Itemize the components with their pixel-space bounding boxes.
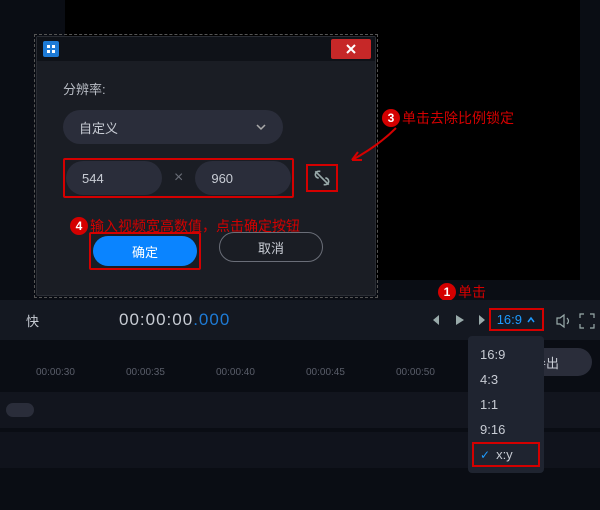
cancel-button[interactable]: 取消: [219, 232, 323, 262]
callout-4: 4 输入视频宽高数值，点击确定按钮: [70, 216, 300, 236]
play-button[interactable]: [452, 313, 466, 327]
ruler-tick: 00:00:35: [126, 367, 165, 378]
ok-button[interactable]: 确定: [93, 236, 197, 266]
ruler-tick: 00:00:50: [396, 367, 435, 378]
resolution-dialog: 分辨率: 自定义 544 × 960: [36, 36, 376, 296]
ruler-tick: 00:00:30: [36, 367, 75, 378]
callout-text-3: 单击去除比例锁定: [402, 108, 514, 128]
ratio-item-xy[interactable]: ✓ x:y: [472, 442, 540, 467]
times-icon: ×: [174, 169, 183, 187]
track-toggle[interactable]: [6, 403, 34, 417]
prev-frame-button[interactable]: [428, 313, 442, 327]
ruler-tick: 00:00:40: [216, 367, 255, 378]
check-icon: ✓: [480, 448, 490, 462]
ratio-item-1-1[interactable]: 1:1: [468, 392, 544, 417]
ratio-item-4-3[interactable]: 4:3: [468, 367, 544, 392]
callout-text-4: 输入视频宽高数值，点击确定按钮: [90, 216, 300, 236]
ratio-item-9-16[interactable]: 9:16: [468, 417, 544, 442]
ruler-tick: 00:00:45: [306, 367, 345, 378]
resolution-select[interactable]: 自定义: [63, 110, 283, 144]
aspect-ratio-menu: 16:9 4:3 1:1 9:16 ✓ x:y: [468, 336, 544, 473]
ratio-item-16-9[interactable]: 16:9: [468, 342, 544, 367]
expand-icon: [578, 312, 596, 330]
resolution-label: 分辨率:: [63, 79, 349, 98]
callout-3: 3 单击去除比例锁定: [382, 108, 514, 128]
callout-badge-4: 4: [70, 217, 88, 235]
app-icon: [43, 41, 59, 57]
callout-badge-3: 3: [382, 109, 400, 127]
close-button[interactable]: [331, 39, 371, 59]
volume-button[interactable]: [554, 312, 572, 335]
chevron-down-icon: [255, 121, 267, 133]
quick-label: 快: [26, 311, 39, 330]
dialog-titlebar: [37, 37, 375, 61]
transport-controls: [428, 313, 490, 327]
ok-button-highlight: 确定: [89, 232, 201, 270]
timecode-display: 00:00:00.000: [119, 310, 230, 330]
lock-ratio-button[interactable]: [306, 164, 338, 192]
callout-3-arrow: [348, 126, 398, 166]
unlink-icon: [312, 168, 332, 188]
callout-text-1: 单击: [458, 282, 486, 302]
speaker-icon: [554, 312, 572, 330]
select-value: 自定义: [79, 118, 118, 137]
input-highlight-box: 544 × 960: [63, 158, 294, 198]
callout-badge-1: 1: [438, 283, 456, 301]
width-input[interactable]: 544: [66, 161, 162, 195]
height-input[interactable]: 960: [195, 161, 291, 195]
timeline-toolbar: 快 00:00:00.000 16:9: [0, 300, 600, 340]
fullscreen-button[interactable]: [578, 312, 596, 335]
aspect-ratio-button[interactable]: 16:9: [489, 308, 544, 331]
callout-1: 1 单击: [438, 282, 486, 302]
chevron-up-icon: [526, 315, 536, 325]
